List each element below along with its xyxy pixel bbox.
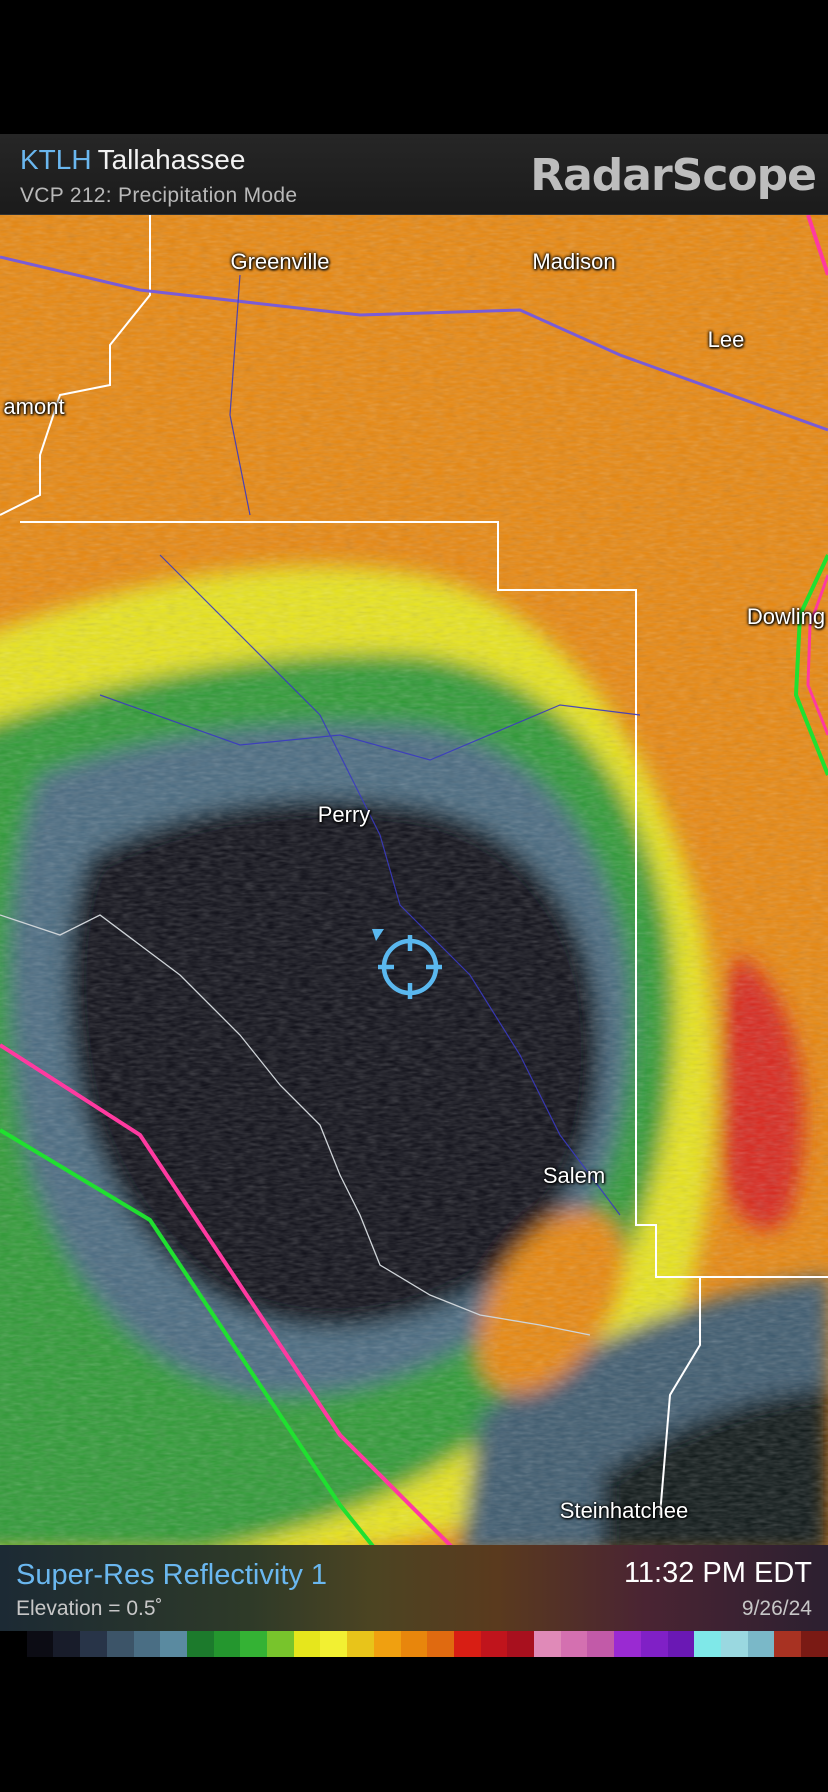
reflectivity-color-legend [0,1631,828,1657]
station-selector[interactable]: KTLH Tallahassee [20,144,245,176]
legend-swatch [293,1631,321,1657]
legend-swatch [694,1631,721,1657]
status-bar-area [0,0,828,134]
legend-swatch [347,1631,374,1657]
legend-swatch [720,1631,748,1657]
crosshair-location-icon[interactable] [370,927,442,999]
radar-reflectivity-layer [0,215,828,1545]
legend-swatch [560,1631,588,1657]
station-name[interactable]: Tallahassee [98,144,246,175]
legend-swatch [267,1631,294,1657]
legend-swatch [186,1631,214,1657]
city-label-salem: Salem [542,1163,606,1188]
station-code[interactable]: KTLH [20,144,92,175]
vcp-mode: VCP 212: Precipitation Mode [20,184,298,207]
city-label-lamont: amont [3,394,65,419]
legend-swatch [106,1631,134,1657]
city-label-lee: Lee [707,327,745,352]
legend-swatch [53,1631,81,1657]
legend-swatch [133,1631,161,1657]
legend-swatch [774,1631,802,1657]
legend-swatch [373,1631,401,1657]
legend-swatch [534,1631,561,1657]
legend-swatch [747,1631,775,1657]
legend-swatch [667,1631,695,1657]
bottom-safe-area [0,1657,828,1792]
legend-swatch [320,1631,348,1657]
radar-map[interactable]: Greenville Madison Lee amont Dowling Per… [0,215,828,1545]
legend-swatch [0,1631,27,1657]
legend-swatch [453,1631,481,1657]
legend-swatch [213,1631,241,1657]
scan-date: 9/26/24 [741,1597,812,1620]
city-label-perry: Perry [317,802,371,827]
legend-swatch [160,1631,187,1657]
product-footer: Super-Res Reflectivity 1 Elevation = 0.5… [0,1545,828,1631]
legend-swatch [480,1631,508,1657]
elevation-label: Elevation = 0.5˚ [16,1597,163,1620]
radarscope-logo: RadarScope [530,150,817,201]
city-label-madison: Madison [532,249,616,274]
legend-swatch [614,1631,641,1657]
legend-swatch [400,1631,428,1657]
legend-swatch [26,1631,54,1657]
legend-swatch [587,1631,615,1657]
legend-swatch [240,1631,268,1657]
city-label-steinhatchee: Steinhatchee [559,1498,689,1523]
legend-swatch [640,1631,668,1657]
legend-swatch [427,1631,454,1657]
city-label-dowling: Dowling [746,604,826,629]
legend-swatch [801,1631,828,1657]
legend-swatch [507,1631,535,1657]
city-label-greenville: Greenville [230,249,330,274]
product-name[interactable]: Super-Res Reflectivity 1 [16,1559,327,1592]
scan-time: 11:32 PM EDT [623,1557,812,1589]
legend-swatch [80,1631,107,1657]
radar-header: KTLH Tallahassee VCP 212: Precipitation M… [0,134,828,215]
